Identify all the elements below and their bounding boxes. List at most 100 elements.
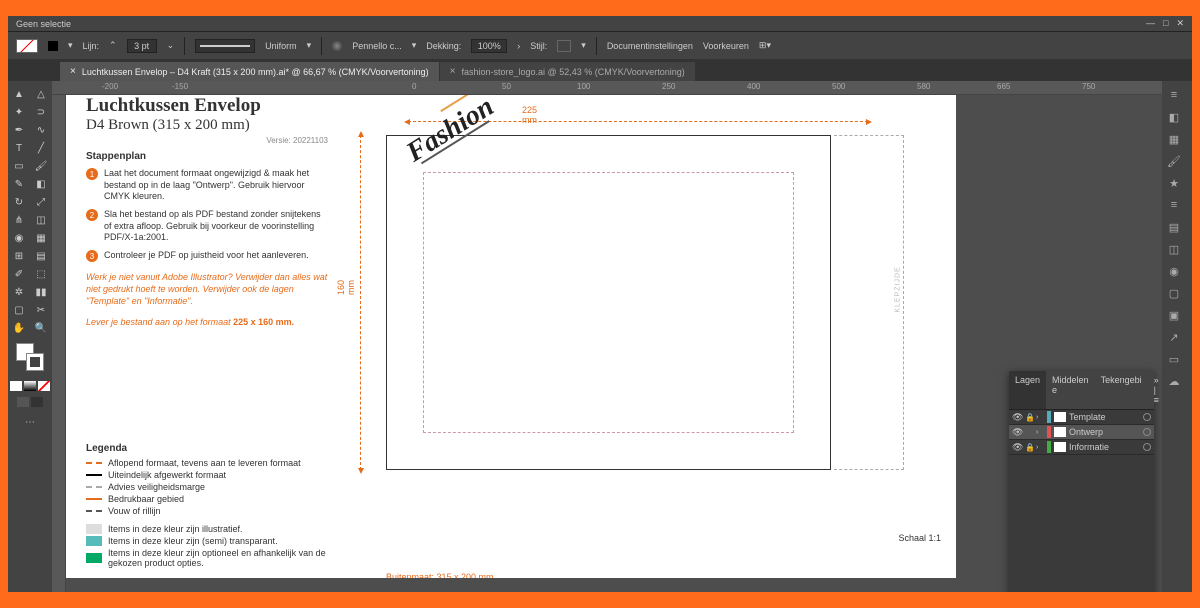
layer-row[interactable]: 👁 🔒 › Template (1009, 410, 1154, 425)
brushes-panel-icon[interactable]: 🖌 (1162, 151, 1186, 171)
expand-icon[interactable]: › (1036, 444, 1044, 451)
step-number: 1 (86, 168, 98, 180)
lock-icon[interactable]: 🔒 (1025, 443, 1033, 452)
symbol-sprayer-icon[interactable]: ✲ (8, 283, 30, 301)
window-maximize-icon[interactable]: □ (1163, 18, 1168, 29)
layers-panel-icon[interactable]: ▣ (1162, 305, 1186, 325)
preferences-button[interactable]: Voorkeuren (703, 41, 749, 51)
tab-assets[interactable]: Middelen e (1046, 371, 1095, 409)
free-transform-icon[interactable]: ◫ (30, 211, 52, 229)
close-icon[interactable]: × (450, 66, 456, 77)
visibility-toggle-icon[interactable]: 👁 (1012, 442, 1022, 453)
layer-row[interactable]: 👁 🔒 › Informatie (1009, 440, 1154, 455)
screen-mode-normal-icon[interactable] (17, 397, 29, 407)
close-icon[interactable]: × (70, 66, 76, 77)
edit-toolbar-icon[interactable]: ⋯ (19, 413, 41, 431)
libraries-panel-icon[interactable]: ☁ (1162, 371, 1186, 391)
align-icon[interactable]: ⊞▾ (759, 40, 771, 51)
expand-icon[interactable]: › (1036, 429, 1044, 436)
magic-wand-icon[interactable]: ✦ (8, 103, 30, 121)
appearance-panel-icon[interactable]: ◉ (1162, 261, 1186, 281)
document-tab-inactive[interactable]: × fashion-store_logo.ai @ 52,43 % (CMYK/… (440, 62, 696, 81)
horizontal-ruler[interactable]: -200 -150 0 50 100 250 400 500 580 665 7… (52, 81, 1162, 95)
zoom-tool-icon[interactable]: 🔍 (30, 319, 52, 337)
document-setup-button[interactable]: Documentinstellingen (607, 41, 693, 51)
chevron-right-icon[interactable]: › (517, 41, 520, 51)
expand-icon[interactable]: › (1036, 414, 1044, 421)
width-tool-icon[interactable]: ⋔ (8, 211, 30, 229)
panel-menu-icon[interactable]: » | ≡ (1148, 371, 1165, 409)
window-minimize-icon[interactable]: — (1146, 18, 1155, 29)
selection-tool-icon[interactable]: ▲ (8, 85, 30, 103)
properties-panel-icon[interactable]: ≡ (1162, 85, 1186, 105)
visibility-toggle-icon[interactable]: 👁 (1012, 427, 1022, 438)
mesh-tool-icon[interactable]: ⊞ (8, 247, 30, 265)
perspective-grid-icon[interactable]: ▦ (30, 229, 52, 247)
tab-artboards[interactable]: Tekengebi (1095, 371, 1148, 409)
chevron-down-icon[interactable]: ▾ (68, 40, 73, 51)
vertical-ruler[interactable] (52, 95, 66, 592)
style-swatch[interactable] (557, 40, 571, 52)
gradient-mode-icon[interactable] (24, 381, 36, 391)
rotate-tool-icon[interactable]: ↻ (8, 193, 30, 211)
mini-swatch[interactable] (48, 41, 58, 51)
transparency-panel-icon[interactable]: ◫ (1162, 239, 1186, 259)
gradient-panel-icon[interactable]: ▤ (1162, 217, 1186, 237)
chevron-down-icon[interactable]: ▾ (412, 40, 417, 51)
stroke-panel-icon[interactable]: ≡ (1162, 195, 1186, 215)
visibility-toggle-icon[interactable]: 👁 (1012, 412, 1022, 423)
stroke-weight-input[interactable] (127, 39, 157, 53)
column-graph-icon[interactable]: ▮▮ (30, 283, 52, 301)
tab-layers[interactable]: Lagen (1009, 371, 1046, 409)
opacity-input[interactable] (471, 39, 507, 53)
stroke-profile-dropdown[interactable] (195, 39, 255, 53)
eraser-tool-icon[interactable]: ◧ (30, 175, 52, 193)
window-close-icon[interactable]: ✕ (1176, 18, 1184, 29)
artboard: Luchtkussen Envelop D4 Brown (315 x 200 … (66, 95, 956, 592)
asset-export-panel-icon[interactable]: ↗ (1162, 327, 1186, 347)
swatches-panel-icon[interactable]: ▦ (1162, 129, 1186, 149)
artboard-tool-icon[interactable]: ▢ (8, 301, 30, 319)
slice-tool-icon[interactable]: ✂ (30, 301, 52, 319)
stroke-weight-up-icon[interactable]: ⌃ (109, 40, 117, 51)
version-text: Versie: 20221103 (86, 136, 328, 145)
artboards-panel-icon[interactable]: ▭ (1162, 349, 1186, 369)
document-tab-active[interactable]: × Luchtkussen Envelop – D4 Kraft (315 x … (60, 62, 440, 81)
fill-stroke-indicator[interactable] (16, 39, 38, 53)
color-mode-icon[interactable] (10, 381, 22, 391)
brush-icon[interactable] (332, 41, 342, 51)
pen-tool-icon[interactable]: ✒ (8, 121, 30, 139)
graphic-styles-panel-icon[interactable]: ▢ (1162, 283, 1186, 303)
chevron-down-icon[interactable]: ▾ (581, 40, 586, 51)
stroke-weight-down-icon[interactable]: ⌄ (167, 40, 175, 51)
symbols-panel-icon[interactable]: ★ (1162, 173, 1186, 193)
stroke-swatch[interactable] (26, 353, 44, 371)
color-panel-icon[interactable]: ◧ (1162, 107, 1186, 127)
blend-tool-icon[interactable]: ⬚ (30, 265, 52, 283)
target-icon[interactable] (1143, 413, 1151, 421)
scale-tool-icon[interactable]: ⤢ (30, 193, 52, 211)
horizontal-scrollbar[interactable] (66, 578, 1148, 592)
type-tool-icon[interactable]: T (8, 139, 30, 157)
gradient-tool-icon[interactable]: ▤ (30, 247, 52, 265)
target-icon[interactable] (1143, 428, 1151, 436)
fill-stroke-swatches[interactable] (16, 343, 44, 371)
eyedropper-tool-icon[interactable]: ✐ (8, 265, 30, 283)
rectangle-tool-icon[interactable]: ▭ (8, 157, 30, 175)
lasso-tool-icon[interactable]: ⊃ (30, 103, 52, 121)
shaper-tool-icon[interactable]: ✎ (8, 175, 30, 193)
chevron-down-icon[interactable]: ▾ (307, 40, 312, 51)
paintbrush-tool-icon[interactable]: 🖌 (30, 157, 52, 175)
target-icon[interactable] (1143, 443, 1151, 451)
shape-builder-icon[interactable]: ◉ (8, 229, 30, 247)
line-tool-icon[interactable]: ╱ (30, 139, 52, 157)
canvas[interactable]: Luchtkussen Envelop D4 Brown (315 x 200 … (66, 95, 1162, 592)
lock-icon[interactable]: 🔒 (1025, 413, 1033, 422)
curvature-tool-icon[interactable]: ∿ (30, 121, 52, 139)
hand-tool-icon[interactable]: ✋ (8, 319, 30, 337)
none-mode-icon[interactable] (38, 381, 50, 391)
layer-row[interactable]: 👁 › Ontwerp (1009, 425, 1154, 440)
screen-mode-full-icon[interactable] (31, 397, 43, 407)
tabs-bar: × Luchtkussen Envelop – D4 Kraft (315 x … (8, 59, 1192, 81)
direct-selection-tool-icon[interactable]: △ (30, 85, 52, 103)
